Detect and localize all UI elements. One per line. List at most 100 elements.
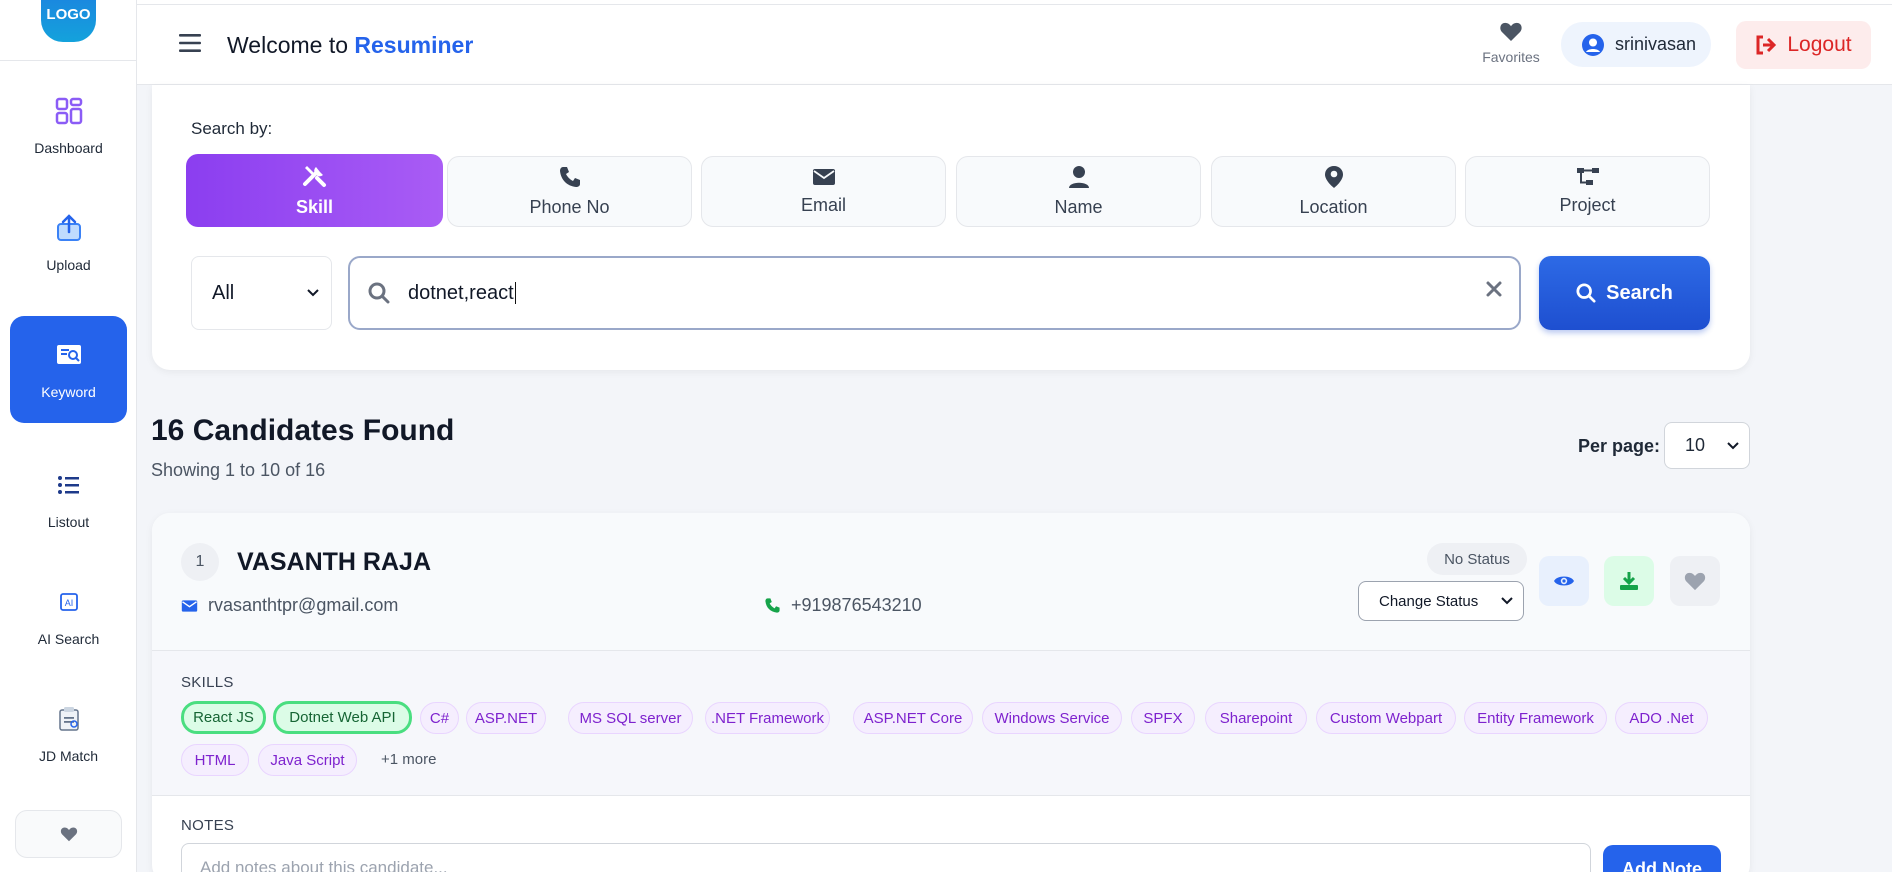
chevron-down-icon xyxy=(1727,441,1739,449)
sidebar-item-dashboard[interactable]: Dashboard xyxy=(10,72,127,179)
candidate-header: 1 VASANTH RAJA rvasanthtpr@gmail.com +91… xyxy=(152,513,1750,651)
search-query: dotnet,react xyxy=(408,281,514,304)
search-icon xyxy=(368,282,390,304)
status-badge: No Status xyxy=(1427,543,1527,575)
sidebar-item-label: AI Search xyxy=(37,630,100,647)
search-panel: Search by: Skill Phone No Email Name Loc… xyxy=(152,85,1750,370)
sidebar-item-upload[interactable]: Upload xyxy=(10,189,127,296)
search-by-label: Search by: xyxy=(191,119,273,138)
logout-label: Logout xyxy=(1787,33,1852,56)
sidebar-item-label: Listout xyxy=(47,513,90,530)
download-icon xyxy=(1620,572,1638,590)
ai-search-icon: AI xyxy=(59,592,78,611)
candidate-phone[interactable]: +919876543210 xyxy=(764,595,922,616)
search-input[interactable]: dotnet,react xyxy=(348,256,1521,330)
skill-chip: Java Script xyxy=(258,744,357,776)
sidebar-item-label: Keyword xyxy=(41,383,96,400)
sidebar-item-ai-search[interactable]: AI AI Search xyxy=(10,563,127,670)
skill-chip: ASP.NET xyxy=(466,702,546,734)
view-resume-button[interactable] xyxy=(1539,556,1589,606)
list-icon xyxy=(57,475,79,494)
tab-label: Email xyxy=(800,195,846,215)
skill-chip: Sharepoint xyxy=(1205,702,1307,734)
envelope-icon xyxy=(812,169,835,185)
user-circle-icon xyxy=(1582,33,1604,56)
change-status-label: Change Status xyxy=(1379,592,1479,610)
candidate-rank: 1 xyxy=(181,543,219,581)
chevron-down-icon xyxy=(307,289,319,297)
sidebar-item-keyword[interactable]: Keyword xyxy=(10,316,127,423)
tab-email[interactable]: Email xyxy=(701,156,946,227)
skills-section: SKILLS React JS Dotnet Web API C# ASP.NE… xyxy=(152,651,1750,796)
envelope-icon xyxy=(181,599,198,612)
search-icon xyxy=(1576,283,1596,303)
sidebar-item-jd-match[interactable]: JD Match xyxy=(10,680,127,787)
tab-location[interactable]: Location xyxy=(1211,156,1456,227)
tab-label: Phone No xyxy=(529,197,610,217)
tab-name[interactable]: Name xyxy=(956,156,1201,227)
phone-text: +919876543210 xyxy=(791,595,922,615)
welcome-prefix: Welcome to xyxy=(227,32,349,58)
results-count-title: 16 Candidates Found xyxy=(151,414,455,447)
sidebar-item-listout[interactable]: Listout xyxy=(10,446,127,553)
change-status-select[interactable]: Change Status xyxy=(1358,581,1524,621)
email-text: rvasanthtpr@gmail.com xyxy=(208,595,399,615)
skill-chip-matched: React JS xyxy=(181,701,266,734)
sidebar: LOGO Dashboard Upload Keyword Listout AI… xyxy=(0,0,137,872)
skill-chip: ASP.NET Core xyxy=(853,702,973,734)
tab-label: Name xyxy=(1054,197,1103,217)
sidebar-item-label: Upload xyxy=(46,256,91,273)
welcome-title: Welcome to Resuminer xyxy=(227,32,473,59)
skill-chip: Custom Webpart xyxy=(1316,702,1456,734)
skills-title: SKILLS xyxy=(181,674,234,691)
candidate-email[interactable]: rvasanthtpr@gmail.com xyxy=(181,595,398,616)
tab-skill[interactable]: Skill xyxy=(186,154,443,227)
phone-icon xyxy=(559,167,580,187)
brand-name: Resuminer xyxy=(354,32,474,58)
clear-icon[interactable] xyxy=(1485,280,1503,298)
project-tree-icon xyxy=(1576,168,1599,185)
sidebar-favorites-button[interactable] xyxy=(15,810,122,858)
notes-title: NOTES xyxy=(181,817,235,834)
user-menu[interactable]: srinivasan xyxy=(1561,22,1711,67)
skill-chip: SPFX xyxy=(1131,702,1195,734)
skill-chip: Entity Framework xyxy=(1464,702,1607,734)
results-range: Showing 1 to 10 of 16 xyxy=(151,460,326,480)
jd-match-icon xyxy=(58,706,79,731)
heart-icon xyxy=(60,827,77,842)
sidebar-item-label: JD Match xyxy=(38,747,99,764)
skill-chip: ADO .Net xyxy=(1615,702,1708,734)
search-button[interactable]: Search xyxy=(1539,256,1710,330)
svg-text:AI: AI xyxy=(64,598,73,608)
skill-chip: C# xyxy=(420,702,459,734)
candidate-name[interactable]: VASANTH RAJA xyxy=(237,548,431,577)
phone-icon xyxy=(765,598,780,613)
candidate-card: 1 VASANTH RAJA rvasanthtpr@gmail.com +91… xyxy=(152,513,1750,872)
eye-icon xyxy=(1554,576,1574,586)
dashboard-icon xyxy=(55,97,82,124)
notes-input[interactable]: Add notes about this candidate... xyxy=(181,843,1591,872)
tab-phone[interactable]: Phone No xyxy=(447,156,692,227)
per-page-value: 10 xyxy=(1685,435,1706,455)
username: srinivasan xyxy=(1615,34,1697,54)
download-resume-button[interactable] xyxy=(1604,556,1654,606)
add-note-button[interactable]: Add Note xyxy=(1603,845,1721,872)
search-scope-select[interactable]: All xyxy=(191,256,332,330)
skill-chip: Windows Service xyxy=(982,702,1122,734)
tools-icon xyxy=(302,166,326,187)
more-skills-link[interactable]: +1 more xyxy=(381,751,436,768)
tab-label: Location xyxy=(1299,197,1368,217)
favorites-link[interactable]: Favorites xyxy=(1476,21,1546,65)
hamburger-menu-icon[interactable] xyxy=(179,33,201,53)
per-page-select[interactable]: 10 xyxy=(1664,422,1750,469)
skill-chip: HTML xyxy=(181,744,249,776)
user-icon xyxy=(1068,166,1089,188)
skill-chip: MS SQL server xyxy=(568,702,693,734)
logout-button[interactable]: Logout xyxy=(1736,21,1871,69)
favorite-button[interactable] xyxy=(1670,556,1720,606)
tab-project[interactable]: Project xyxy=(1465,156,1710,227)
tab-label: Project xyxy=(1559,195,1616,215)
per-page-label: Per page: xyxy=(1578,436,1661,456)
scope-value: All xyxy=(212,281,235,304)
app-logo[interactable]: LOGO xyxy=(41,0,96,42)
